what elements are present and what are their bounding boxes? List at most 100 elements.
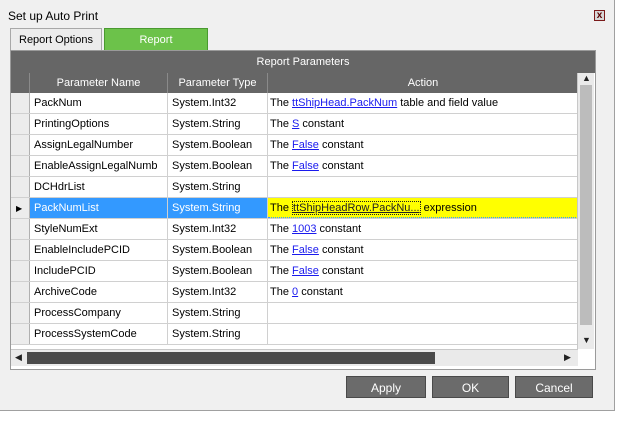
action-cell[interactable]	[268, 303, 578, 323]
row-selector[interactable]	[11, 156, 30, 176]
action-cell[interactable]: The S constant	[268, 114, 578, 134]
action-cell[interactable]: The 1003 constant	[268, 219, 578, 239]
dialog-window: Set up Auto Print x Report Options Repor…	[0, 0, 615, 411]
action-cell[interactable]: The False constant	[268, 135, 578, 155]
table-row[interactable]: DCHdrList System.String	[11, 177, 578, 198]
vertical-scroll-thumb[interactable]	[580, 85, 592, 325]
row-selector[interactable]	[11, 135, 30, 155]
parameter-name-cell[interactable]: PrintingOptions	[30, 114, 168, 134]
parameter-type-cell[interactable]: System.String	[168, 303, 268, 323]
action-suffix: constant	[316, 223, 362, 235]
action-link[interactable]: ttShipHead.PackNum	[292, 97, 397, 109]
tab-report-options[interactable]: Report Options	[10, 28, 102, 50]
table-row[interactable]: PrintingOptions System.String The S consta…	[11, 114, 578, 135]
action-link[interactable]: 1003	[292, 223, 316, 235]
action-link[interactable]: False	[292, 160, 319, 172]
row-selector[interactable]	[11, 177, 30, 197]
action-link[interactable]: False	[292, 244, 319, 256]
parameter-name-cell[interactable]: AssignLegalNumber	[30, 135, 168, 155]
action-suffix: expression	[420, 202, 477, 214]
table-row[interactable]: ▶ PackNumList System.String The ttShipHeadR…	[11, 198, 578, 219]
row-selector[interactable]	[11, 261, 30, 281]
parameter-name-cell[interactable]: EnableAssignLegalNumb	[30, 156, 168, 176]
table-row[interactable]: IncludePCID System.Boolean The False const…	[11, 261, 578, 282]
vertical-scrollbar[interactable]: ▲ ▼	[577, 73, 594, 349]
horizontal-scrollbar[interactable]: ◀ ▶	[11, 349, 578, 366]
action-cell[interactable]: The False constant	[268, 261, 578, 281]
action-suffix: constant	[299, 118, 344, 130]
tab-report-parameters[interactable]: Report Parameters	[104, 28, 208, 68]
table-row[interactable]: ProcessSystemCode System.String	[11, 324, 578, 345]
parameter-type-cell[interactable]: System.Int32	[168, 219, 268, 239]
parameter-name-cell[interactable]: PackNumList	[30, 198, 168, 218]
row-indicator-icon: ▶	[16, 204, 23, 213]
row-selector[interactable]: ▶	[11, 198, 30, 218]
row-selector[interactable]	[11, 303, 30, 323]
action-cell[interactable]: The 0 constant	[268, 282, 578, 302]
apply-button[interactable]: Apply	[346, 376, 426, 398]
horizontal-scroll-thumb[interactable]	[27, 352, 435, 364]
action-link[interactable]: False	[292, 265, 319, 277]
action-cell[interactable]: The False constant	[268, 156, 578, 176]
action-suffix: constant	[318, 160, 364, 172]
parameter-name-cell[interactable]: StyleNumExt	[30, 219, 168, 239]
column-header-action[interactable]: Action	[268, 73, 578, 93]
parameter-type-cell[interactable]: System.String	[168, 177, 268, 197]
table-row[interactable]: ArchiveCode System.Int32 The 0 constant	[11, 282, 578, 303]
parameter-name-cell[interactable]: ProcessCompany	[30, 303, 168, 323]
parameter-type-cell[interactable]: System.String	[168, 114, 268, 134]
ok-button[interactable]: OK	[432, 376, 509, 398]
action-cell[interactable]: The False constant	[268, 240, 578, 260]
grid-caption: Report Parameters	[11, 51, 595, 73]
action-prefix: The	[270, 202, 293, 214]
row-selector[interactable]	[11, 240, 30, 260]
parameter-type-cell[interactable]: System.Int32	[168, 93, 268, 113]
action-prefix: The	[270, 244, 293, 256]
parameter-type-cell[interactable]: System.Boolean	[168, 261, 268, 281]
table-row[interactable]: PackNum System.Int32 The ttShipHead.PackNu…	[11, 93, 578, 114]
parameters-panel: Report Parameters Parameter Name Paramet…	[10, 50, 596, 370]
row-selector[interactable]	[11, 114, 30, 134]
cancel-button[interactable]: Cancel	[515, 376, 593, 398]
column-header-parameter-name[interactable]: Parameter Name	[30, 73, 168, 93]
table-row[interactable]: EnableAssignLegalNumb System.Boolean The F…	[11, 156, 578, 177]
parameter-name-cell[interactable]: ProcessSystemCode	[30, 324, 168, 344]
table-row[interactable]: AssignLegalNumber System.Boolean The False…	[11, 135, 578, 156]
parameter-name-cell[interactable]: EnableIncludePCID	[30, 240, 168, 260]
parameter-type-cell[interactable]: System.Boolean	[168, 156, 268, 176]
scroll-up-icon[interactable]: ▲	[582, 73, 591, 83]
table-row[interactable]: ProcessCompany System.String	[11, 303, 578, 324]
parameter-type-cell[interactable]: System.Int32	[168, 282, 268, 302]
window-title: Set up Auto Print	[8, 9, 99, 23]
action-cell[interactable]	[268, 324, 578, 344]
parameter-type-cell[interactable]: System.String	[168, 324, 268, 344]
title-bar: Set up Auto Print x	[0, 0, 614, 28]
action-link[interactable]: False	[292, 139, 319, 151]
parameter-type-cell[interactable]: System.Boolean	[168, 240, 268, 260]
row-selector[interactable]	[11, 282, 30, 302]
parameter-name-cell[interactable]: DCHdrList	[30, 177, 168, 197]
table-row[interactable]: EnableIncludePCID System.Boolean The False…	[11, 240, 578, 261]
scroll-right-icon[interactable]: ▶	[564, 352, 571, 363]
action-link[interactable]: ttShipHeadRow.PackNu...	[292, 201, 421, 215]
action-cell[interactable]	[268, 177, 578, 197]
parameter-name-cell[interactable]: PackNum	[30, 93, 168, 113]
row-selector[interactable]	[11, 219, 30, 239]
parameter-name-cell[interactable]: ArchiveCode	[30, 282, 168, 302]
table-row[interactable]: StyleNumExt System.Int32 The 1003 constant	[11, 219, 578, 240]
close-icon[interactable]: x	[594, 10, 605, 21]
row-selector[interactable]	[11, 324, 30, 344]
action-suffix: constant	[318, 244, 364, 256]
action-cell[interactable]: The ttShipHead.PackNum table and field v…	[268, 93, 578, 113]
action-prefix: The	[270, 265, 293, 277]
scroll-left-icon[interactable]: ◀	[15, 352, 22, 363]
scroll-down-icon[interactable]: ▼	[582, 335, 591, 345]
column-header-parameter-type[interactable]: Parameter Type	[168, 73, 268, 93]
row-selector[interactable]	[11, 93, 30, 113]
action-suffix: constant	[298, 286, 343, 298]
action-prefix: The	[270, 160, 293, 172]
action-cell[interactable]: The ttShipHeadRow.PackNu... expression	[268, 198, 578, 218]
parameter-type-cell[interactable]: System.Boolean	[168, 135, 268, 155]
parameter-name-cell[interactable]: IncludePCID	[30, 261, 168, 281]
parameter-type-cell[interactable]: System.String	[168, 198, 268, 218]
